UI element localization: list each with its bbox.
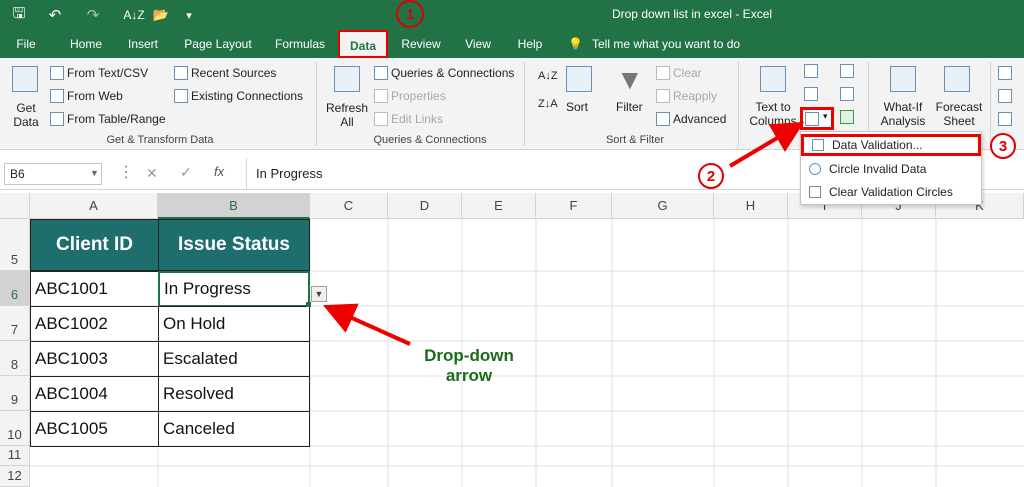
annotation-label: Drop-down arrow: [424, 346, 514, 385]
annotation-arrows: [323, 121, 805, 346]
